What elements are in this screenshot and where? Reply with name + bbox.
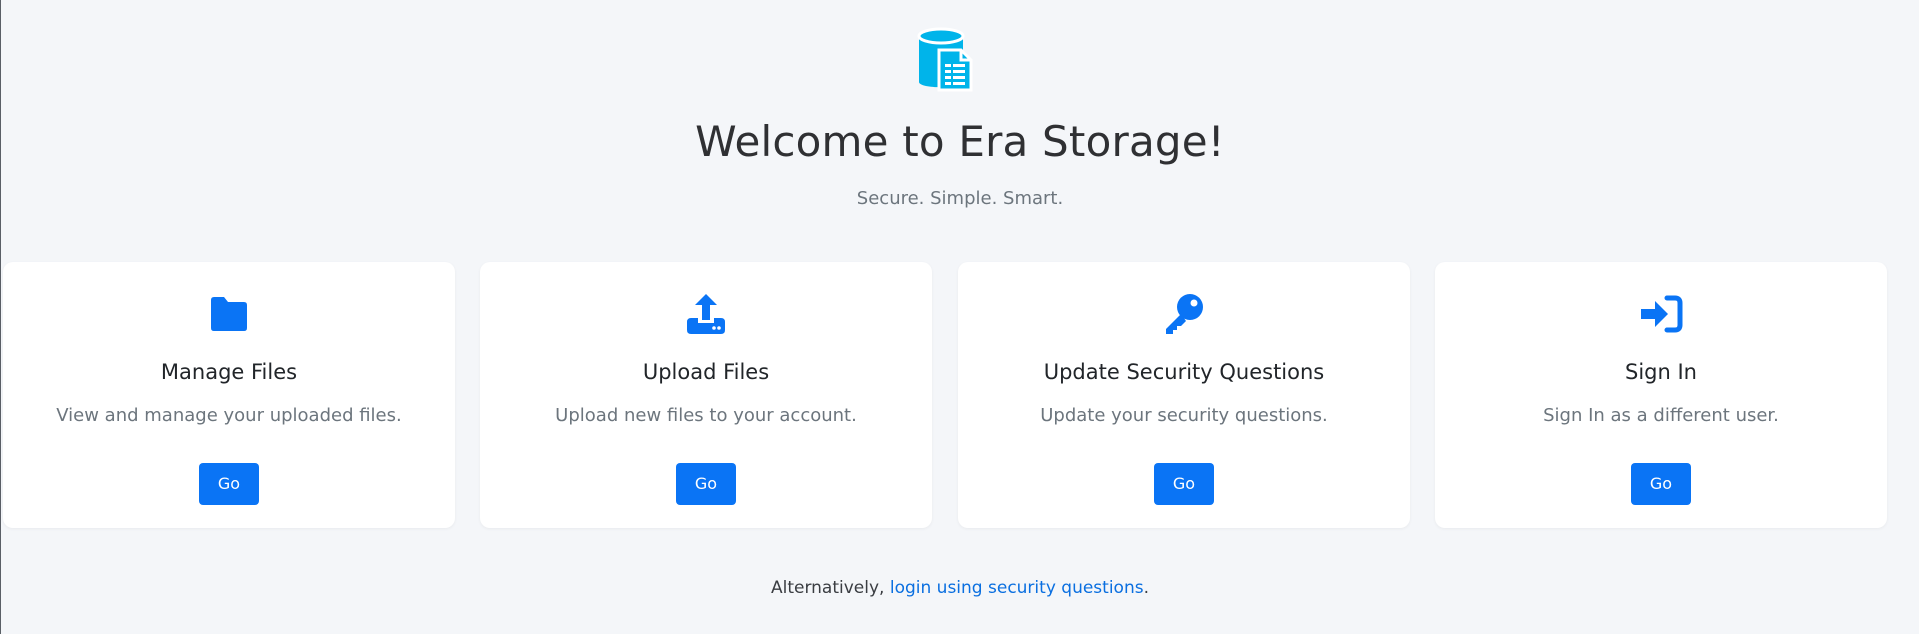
card-title: Update Security Questions xyxy=(1043,360,1325,384)
security-questions-login-link[interactable]: login using security questions xyxy=(890,578,1144,598)
card-sign-in: Sign In Sign In as a different user. Go xyxy=(1435,262,1887,528)
manage-files-go-button[interactable]: Go xyxy=(199,463,259,505)
page-subtitle: Secure. Simple. Smart. xyxy=(856,188,1064,209)
upload-files-go-button[interactable]: Go xyxy=(676,463,736,505)
alternative-prefix: Alternatively, xyxy=(770,578,885,598)
key-icon xyxy=(1166,294,1203,334)
card-title: Sign In xyxy=(1625,360,1697,384)
update-security-questions-go-button[interactable]: Go xyxy=(1154,463,1214,505)
action-cards: Manage Files View and manage your upload… xyxy=(3,262,1889,530)
storage-database-document-icon xyxy=(917,27,973,92)
card-title: Manage Files xyxy=(160,360,298,384)
card-update-security-questions: Update Security Questions Update your se… xyxy=(958,262,1410,528)
folder-icon xyxy=(211,297,247,331)
card-description: Update your security questions. xyxy=(1040,405,1328,426)
card-description: View and manage your uploaded files. xyxy=(56,405,402,426)
card-title: Upload Files xyxy=(642,360,770,384)
card-description: Sign In as a different user. xyxy=(1543,405,1779,426)
sign-in-icon xyxy=(1641,295,1683,333)
alternative-suffix: . xyxy=(1143,578,1149,598)
page-title: Welcome to Era Storage! xyxy=(695,117,1225,166)
sign-in-go-button[interactable]: Go xyxy=(1631,463,1691,505)
card-upload-files: Upload Files Upload new files to your ac… xyxy=(480,262,932,528)
card-description: Upload new files to your account. xyxy=(555,405,857,426)
home-page: Welcome to Era Storage! Secure. Simple. … xyxy=(0,0,1919,634)
alternative-login-text: Alternatively, login using security ques… xyxy=(1,576,1919,600)
card-manage-files: Manage Files View and manage your upload… xyxy=(3,262,455,528)
upload-icon xyxy=(687,294,725,334)
